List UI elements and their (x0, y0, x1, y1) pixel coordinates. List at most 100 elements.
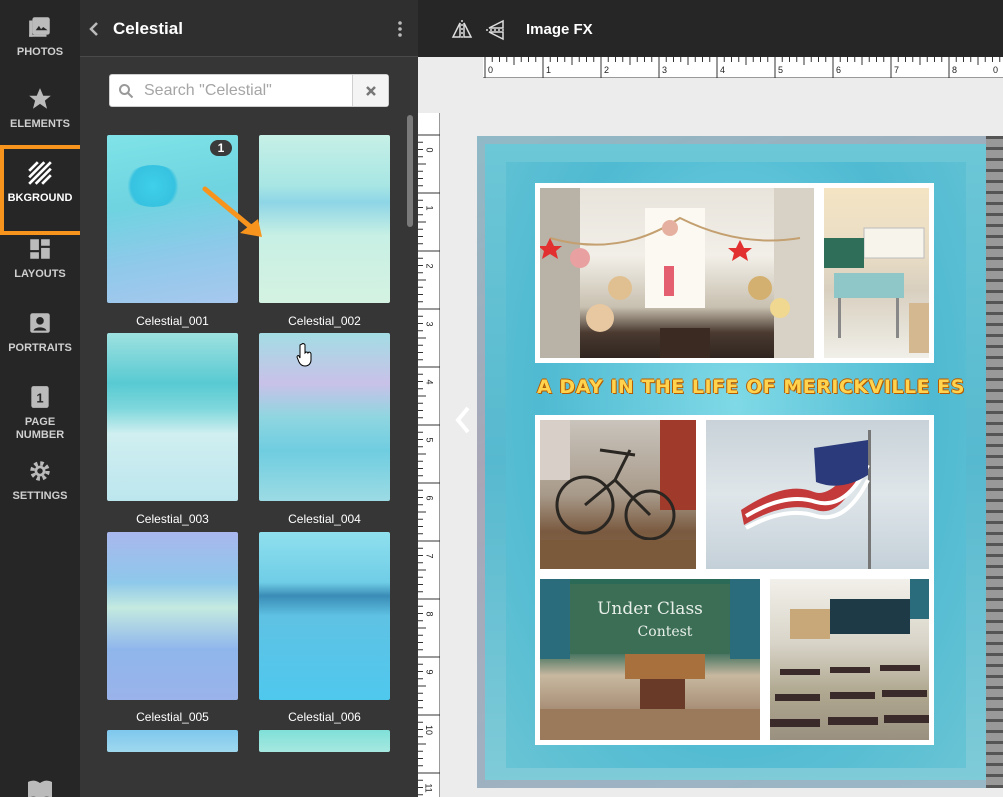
spiral-binding (986, 136, 1003, 788)
rail-item-elements[interactable]: ELEMENTS (0, 86, 80, 131)
ruler-ticks (484, 57, 1001, 78)
flip-horizontal-icon[interactable] (450, 18, 474, 42)
chalkboard-text: Contest (638, 624, 693, 640)
photo-art: Under Class Contest (540, 579, 760, 740)
photo-content (770, 579, 929, 740)
rail-label-portraits: PORTRAITS (8, 342, 72, 354)
thumbnail-celestial-005[interactable] (107, 532, 238, 700)
book-icon[interactable] (26, 778, 54, 797)
thumbnail-label: Celestial_004 (288, 512, 361, 526)
ruler-label: 7 (424, 553, 435, 559)
rail-label-settings: SETTINGS (12, 490, 68, 502)
photo-content (824, 188, 929, 358)
rail-label-layouts: LAYOUTS (14, 268, 66, 280)
photo-content (706, 420, 929, 569)
photo-art (540, 420, 696, 569)
chevron-left-icon[interactable] (86, 20, 102, 38)
photo-classroom-desk[interactable] (819, 183, 934, 363)
thumbnail-celestial-006[interactable] (259, 532, 390, 700)
thumbnail-celestial-003[interactable] (107, 333, 238, 501)
rail-label-photos: PHOTOS (16, 46, 64, 58)
thumbnail-label: Celestial_005 (136, 710, 209, 724)
thumbnail-partial[interactable] (107, 730, 238, 752)
photo-content (540, 188, 814, 358)
chalkboard-text: Under Class (597, 599, 703, 619)
image-fx-button[interactable]: Image FX (526, 21, 593, 38)
photo-art (824, 227, 929, 353)
rail-item-page-number[interactable]: 1 PAGE NUMBER (0, 384, 80, 442)
chevron-left-icon[interactable] (452, 402, 474, 438)
ruler-label: 4 (720, 65, 726, 75)
thumbnail-partial[interactable] (259, 730, 390, 752)
background-panel: Celestial 1 Celestial_001 Celestial_002 … (80, 0, 418, 797)
clear-search-button[interactable] (352, 75, 388, 106)
ruler-label: 7 (894, 65, 900, 75)
layouts-icon (30, 239, 50, 259)
pointer-arrow-annotation (202, 186, 262, 237)
hand-cursor-icon (296, 343, 312, 367)
more-vertical-icon[interactable] (393, 20, 407, 38)
nav-rail: PHOTOS ELEMENTS BKGROUND LAYOUTS PORTRAI… (0, 0, 86, 797)
rail-label-page-number: PAGE NUMBER (15, 416, 65, 441)
search-box (109, 74, 389, 107)
ruler-label: 1 (424, 205, 435, 211)
panel-header: Celestial (80, 0, 418, 57)
ruler-label: 6 (424, 495, 435, 501)
portrait-icon (30, 313, 50, 333)
gear-icon (30, 461, 50, 481)
thumbnail-celestial-004[interactable] (259, 333, 390, 501)
close-icon (365, 85, 376, 96)
rail-item-photos[interactable]: PHOTOS (0, 14, 80, 59)
ruler-label: 9 (424, 669, 435, 675)
ruler-horizontal: 0 1 2 3 4 5 6 7 8 0 (483, 57, 1003, 78)
ruler-label: 4 (424, 379, 435, 385)
photo-chalkboard-classroom[interactable]: Under Class Contest (535, 574, 765, 745)
ruler-label: 2 (424, 263, 435, 269)
photos-icon (29, 17, 50, 37)
photo-empty-classroom[interactable] (765, 574, 934, 745)
ruler-label: 3 (424, 321, 435, 327)
thumbnail-celestial-002[interactable] (259, 135, 390, 303)
thumbnail-label: Celestial_002 (288, 314, 361, 328)
app-root: PHOTOS ELEMENTS BKGROUND LAYOUTS PORTRAI… (0, 0, 1003, 797)
ruler-label: 8 (952, 65, 958, 75)
ruler-label: 8 (424, 611, 435, 617)
top-toolbar: Image FX (418, 0, 1003, 57)
ruler-ticks (418, 134, 440, 796)
ruler-label: 0 (424, 147, 435, 153)
active-highlight-box (0, 145, 86, 235)
ruler-vertical: 0 1 2 3 4 5 6 7 8 9 10 11 (418, 113, 440, 797)
rail-item-settings[interactable]: SETTINGS (0, 458, 80, 503)
svg-text:1: 1 (36, 390, 43, 405)
photo-art (741, 430, 871, 569)
ruler-label: 6 (836, 65, 842, 75)
thumbnail-label: Celestial_006 (288, 710, 361, 724)
ruler-label: 5 (778, 65, 784, 75)
photo-art (540, 188, 814, 358)
ruler-label: 11 (423, 783, 434, 793)
thumbnail-label: Celestial_003 (136, 512, 209, 526)
star-icon (29, 88, 51, 109)
ruler-label: 5 (424, 437, 435, 443)
panel-title: Celestial (113, 19, 183, 38)
search-input[interactable] (144, 77, 352, 105)
ruler-label: 2 (604, 65, 610, 75)
search-icon (119, 84, 134, 99)
thumbnail-art (123, 165, 183, 207)
ruler-label: 3 (662, 65, 668, 75)
photo-american-flag[interactable] (701, 415, 934, 574)
panel-scrollbar[interactable] (407, 115, 413, 227)
photo-stairwell[interactable] (535, 183, 819, 363)
usage-count-badge: 1 (210, 140, 232, 156)
rail-item-portraits[interactable]: PORTRAITS (0, 310, 80, 355)
photo-content: Under Class Contest (540, 579, 760, 740)
flip-vertical-icon[interactable] (484, 18, 508, 42)
photo-art (770, 579, 929, 727)
rail-item-layouts[interactable]: LAYOUTS (0, 236, 80, 281)
thumbnail-label: Celestial_001 (136, 314, 209, 328)
rail-label-elements: ELEMENTS (10, 118, 70, 130)
ruler-label: 0 (488, 65, 494, 75)
page-headline[interactable]: A DAY IN THE LIFE OF MERICKVILLE ES (537, 376, 977, 398)
photo-bicycle[interactable] (535, 415, 701, 574)
photo-content (540, 420, 696, 569)
